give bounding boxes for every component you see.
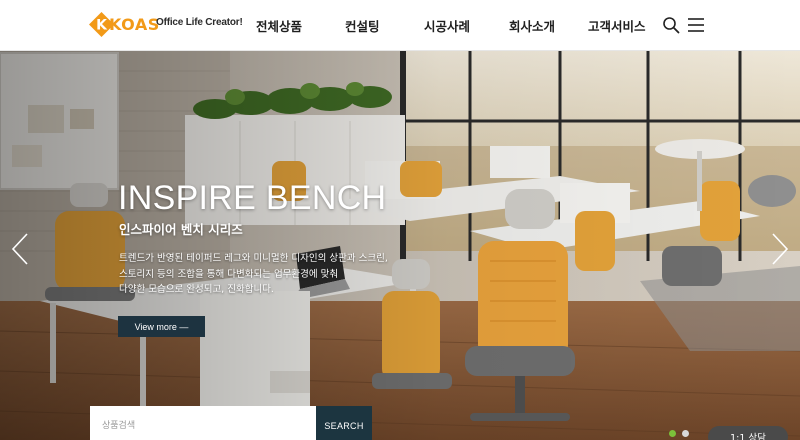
prev-slide-arrow-icon[interactable] xyxy=(10,232,30,266)
nav-customer-service[interactable]: 고객서비스 xyxy=(588,16,646,35)
slide-indicator[interactable] xyxy=(682,430,689,437)
search-icon[interactable] xyxy=(662,16,680,34)
product-search-input[interactable] xyxy=(90,406,316,440)
slogan: Office Life Creator! xyxy=(156,17,243,28)
hero-office-photo xyxy=(0,51,800,440)
next-slide-arrow-icon[interactable] xyxy=(770,232,790,266)
logo-text: KOAS xyxy=(109,15,160,34)
view-more-button[interactable]: View more — xyxy=(118,316,205,337)
hero-description-line: 다양한 모습으로 완성되고, 진화합니다. xyxy=(119,284,274,295)
consult-button[interactable]: 1:1 상담 xyxy=(708,426,788,440)
nav-all-products[interactable]: 전체상품 xyxy=(256,16,302,35)
menu-icon[interactable] xyxy=(687,16,705,34)
koas-logo[interactable]: K KOAS xyxy=(88,11,159,37)
hero-description: 트렌드가 반영된 테이퍼드 레그와 미니멀한 디자인의 상판과 스크린, 스토리… xyxy=(119,251,409,298)
hero-description-line: 트렌드가 반영된 테이퍼드 레그와 미니멀한 디자인의 상판과 스크린, xyxy=(119,253,388,264)
slide-indicator-active[interactable] xyxy=(669,430,676,437)
search-button[interactable]: SEARCH xyxy=(316,406,372,440)
nav-about[interactable]: 회사소개 xyxy=(509,16,555,35)
hero-slider: INSPIRE BENCH 인스파이어 벤치 시리즈 트렌드가 반영된 테이퍼드… xyxy=(0,51,800,440)
nav-consulting[interactable]: 컨설팅 xyxy=(345,16,380,35)
nav-case-studies[interactable]: 시공사례 xyxy=(424,16,470,35)
hero-subtitle: 인스파이어 벤치 시리즈 xyxy=(119,222,243,237)
hero-description-line: 스토리지 등의 조합을 통해 다변화되는 업무환경에 맞춰 xyxy=(119,268,339,280)
site-header: K KOAS Office Life Creator! 전체상품 컨설팅 시공사… xyxy=(0,0,800,51)
hero-title: INSPIRE BENCH xyxy=(118,179,387,217)
svg-text:K: K xyxy=(96,18,108,34)
